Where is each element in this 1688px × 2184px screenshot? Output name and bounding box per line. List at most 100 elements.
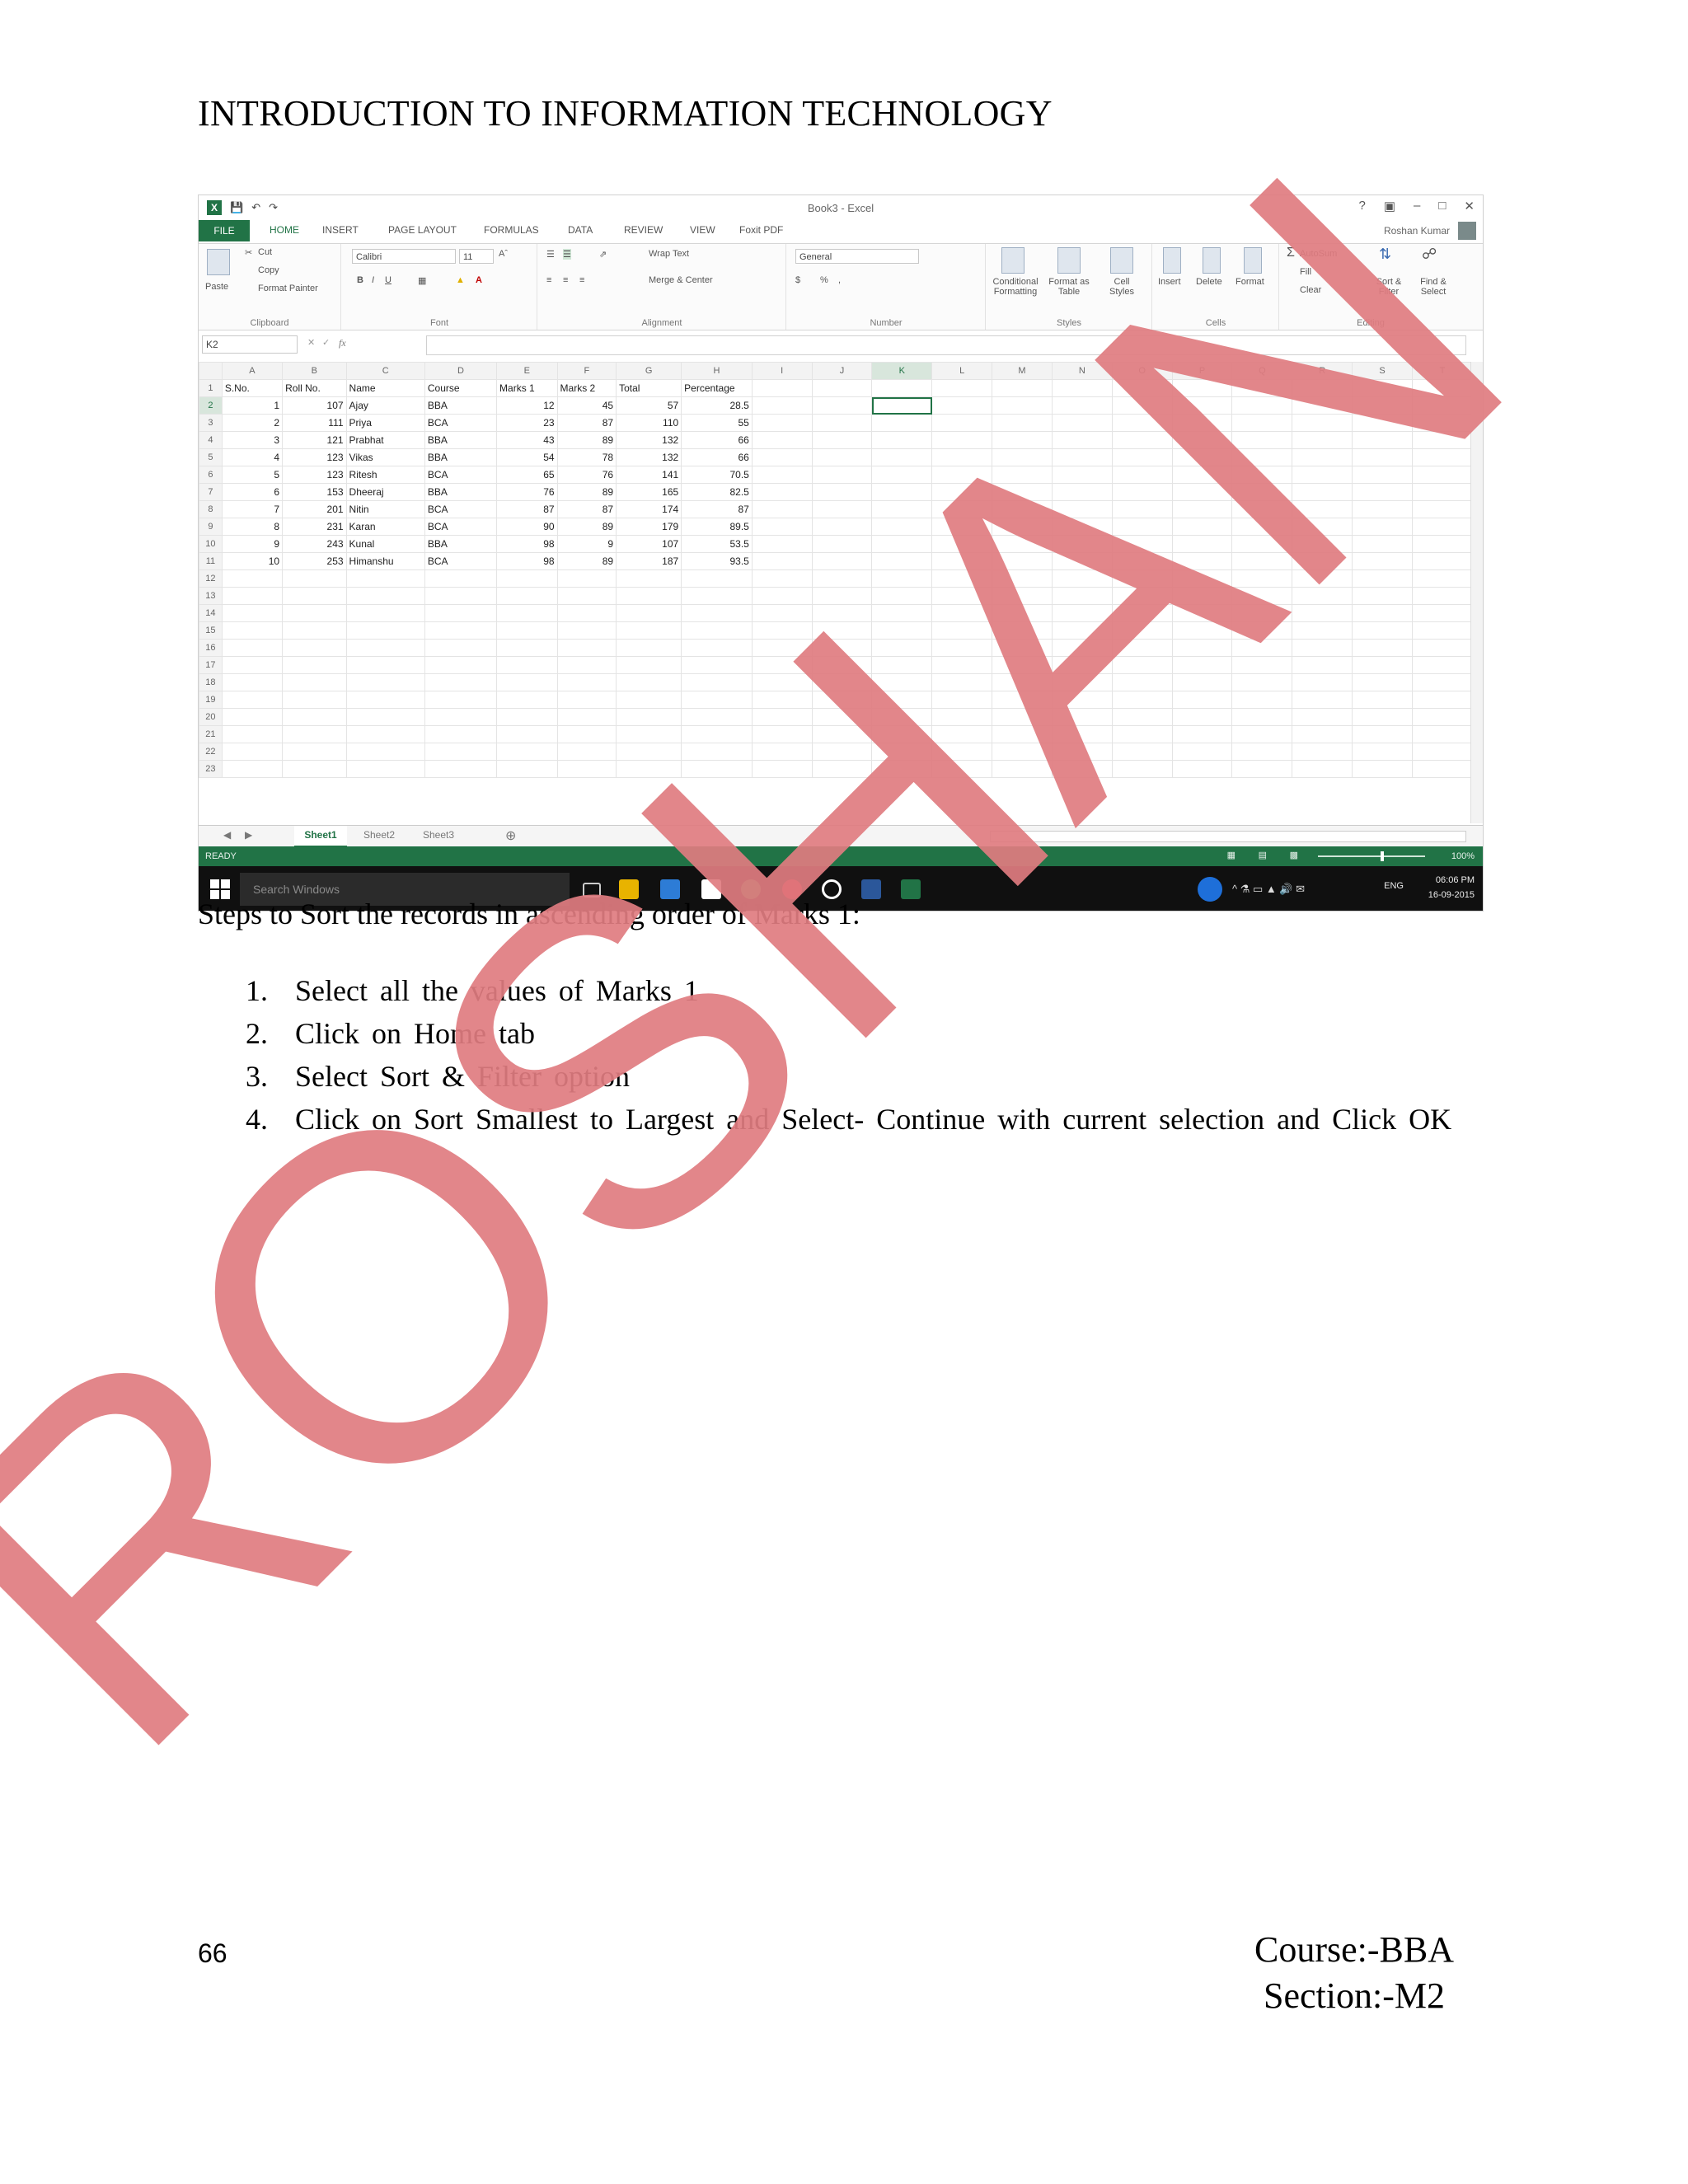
zoom-level[interactable]: 100% [1451, 851, 1475, 861]
cell[interactable] [751, 466, 813, 484]
column-header-r[interactable]: R [1292, 362, 1353, 380]
cell[interactable] [811, 708, 873, 726]
cell-styles-icon[interactable] [1110, 247, 1133, 274]
cell[interactable] [931, 639, 993, 657]
cell[interactable] [931, 725, 993, 743]
cell[interactable] [811, 535, 873, 553]
cell[interactable] [1171, 483, 1233, 501]
cell[interactable] [424, 725, 498, 743]
next-sheet-icon[interactable]: ▶ [245, 829, 252, 841]
tab-review[interactable]: REVIEW [624, 224, 663, 236]
align-top-icon[interactable]: ☰ [546, 249, 555, 260]
cell[interactable] [1111, 379, 1173, 397]
cell[interactable] [1231, 396, 1293, 415]
cell[interactable] [992, 379, 1053, 397]
cell[interactable] [751, 639, 813, 657]
cell[interactable] [1231, 708, 1293, 726]
prev-sheet-icon[interactable]: ◀ [223, 829, 231, 841]
cell[interactable] [811, 639, 873, 657]
cell[interactable] [221, 604, 284, 622]
cell[interactable] [1412, 621, 1473, 640]
cell[interactable]: 107 [282, 396, 347, 415]
page-break-view-icon[interactable]: ▩ [1290, 850, 1298, 860]
cell[interactable] [1231, 725, 1293, 743]
cell[interactable] [871, 639, 933, 657]
cell[interactable] [345, 743, 425, 761]
cell[interactable] [1051, 552, 1113, 570]
cell[interactable] [616, 569, 682, 588]
cell[interactable] [1171, 587, 1233, 605]
conditional-formatting-button[interactable]: Conditional Formatting [988, 277, 1043, 297]
cell[interactable] [1231, 569, 1293, 588]
cell[interactable] [992, 760, 1053, 778]
sort-filter-icon[interactable]: ⇅ [1379, 246, 1391, 263]
cell[interactable]: Total [616, 379, 682, 397]
cell[interactable] [931, 379, 993, 397]
cell[interactable] [871, 725, 933, 743]
cell[interactable]: 70.5 [681, 466, 753, 484]
excel-taskbar-icon[interactable] [901, 879, 921, 899]
cell[interactable] [751, 535, 813, 553]
word-icon[interactable] [861, 879, 881, 899]
row-header[interactable]: 5 [199, 448, 223, 466]
cell[interactable] [345, 569, 425, 588]
cell[interactable] [1412, 569, 1473, 588]
cell[interactable] [1171, 743, 1233, 761]
cell[interactable] [871, 569, 933, 588]
cell[interactable]: BBA [424, 431, 498, 449]
cell[interactable] [871, 552, 933, 570]
cell[interactable] [1412, 535, 1473, 553]
cell[interactable] [751, 691, 813, 709]
cell[interactable] [1292, 760, 1353, 778]
cell[interactable]: Vikas [345, 448, 425, 466]
cell[interactable]: 65 [496, 466, 558, 484]
cell[interactable] [751, 414, 813, 432]
cell[interactable] [751, 621, 813, 640]
row-header[interactable]: 15 [199, 621, 223, 640]
cell[interactable] [1352, 431, 1413, 449]
cell[interactable] [871, 760, 933, 778]
cell[interactable] [931, 414, 993, 432]
cell[interactable] [496, 621, 558, 640]
cell[interactable] [1292, 587, 1353, 605]
row-header[interactable]: 9 [199, 518, 223, 536]
cell[interactable]: 153 [282, 483, 347, 501]
cell[interactable] [556, 725, 617, 743]
cell[interactable]: 132 [616, 431, 682, 449]
delete-cells-icon[interactable] [1203, 247, 1221, 274]
cell[interactable] [1292, 708, 1353, 726]
currency-icon[interactable]: $ [795, 275, 800, 285]
cell[interactable] [1051, 604, 1113, 622]
cell[interactable] [1352, 500, 1413, 518]
cell[interactable] [1412, 604, 1473, 622]
cell[interactable] [1111, 466, 1173, 484]
cell[interactable] [992, 708, 1053, 726]
cell[interactable] [931, 500, 993, 518]
new-sheet-icon[interactable]: ⊕ [505, 827, 516, 844]
cell[interactable]: 90 [496, 518, 558, 536]
cell[interactable] [1051, 587, 1113, 605]
cell[interactable] [1051, 691, 1113, 709]
cell[interactable] [556, 604, 617, 622]
cell[interactable] [424, 621, 498, 640]
cell[interactable] [1171, 552, 1233, 570]
cell[interactable] [931, 396, 993, 415]
cell[interactable]: Dheeraj [345, 483, 425, 501]
cell[interactable] [1352, 691, 1413, 709]
cell[interactable] [1292, 552, 1353, 570]
cell[interactable] [556, 673, 617, 691]
cell[interactable] [282, 760, 347, 778]
cell[interactable] [1292, 518, 1353, 536]
cell[interactable] [871, 518, 933, 536]
cell[interactable]: 5 [221, 466, 284, 484]
cell[interactable] [496, 708, 558, 726]
cell[interactable] [282, 621, 347, 640]
cell[interactable] [1171, 431, 1233, 449]
cell[interactable] [1352, 673, 1413, 691]
cell[interactable]: 110 [616, 414, 682, 432]
row-header[interactable]: 17 [199, 656, 223, 674]
cell[interactable]: Ajay [345, 396, 425, 415]
cell[interactable] [1171, 569, 1233, 588]
insert-cells-icon[interactable] [1163, 247, 1181, 274]
cell[interactable]: 179 [616, 518, 682, 536]
